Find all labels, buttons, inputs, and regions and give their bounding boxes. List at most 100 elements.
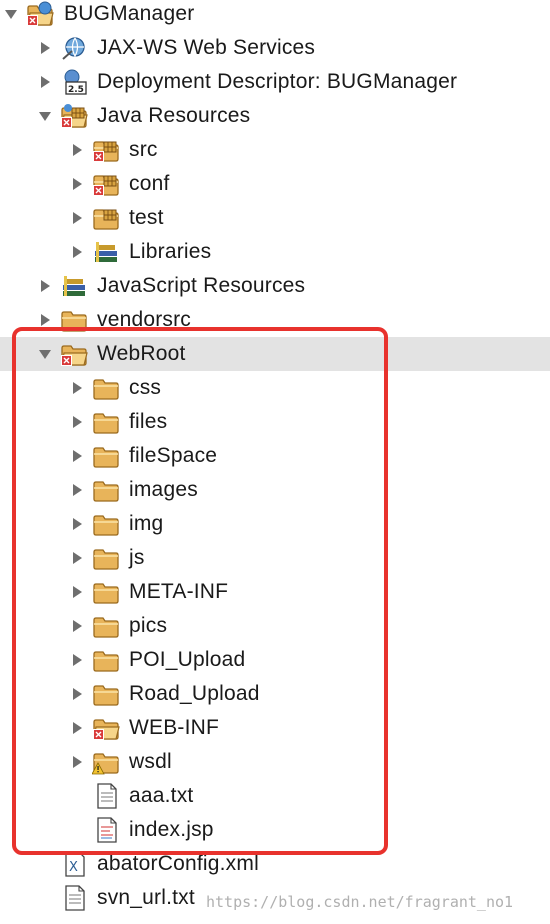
libraries-icon — [60, 272, 88, 300]
expand-arrow-closed-icon[interactable] — [38, 41, 52, 55]
tree-item-label: test — [129, 206, 164, 229]
tree-item[interactable]: 2.5 Deployment Descriptor: BUGManager — [0, 65, 550, 99]
expand-arrow-closed-icon[interactable] — [38, 313, 52, 327]
tree-item[interactable]: Road_Upload — [0, 677, 550, 711]
tree-item-label: conf — [129, 172, 170, 195]
tree-item-label: META-INF — [129, 580, 229, 603]
expand-arrow-closed-icon[interactable] — [70, 585, 84, 599]
expand-arrow-closed-icon[interactable] — [38, 75, 52, 89]
tree-item[interactable]: images — [0, 473, 550, 507]
tree-item-label: pics — [129, 614, 168, 637]
expand-arrow-closed-icon[interactable] — [70, 415, 84, 429]
expand-arrow-closed-icon[interactable] — [70, 211, 84, 225]
tree-item-label: vendorsrc — [97, 308, 192, 331]
tree-item-label: Java Resources — [97, 104, 251, 127]
tree-item[interactable]: WebRoot — [0, 337, 550, 371]
folder-icon — [92, 476, 120, 504]
tree-item[interactable]: src — [0, 133, 550, 167]
xml-file-icon: X — [60, 850, 88, 878]
tree-item[interactable]: JavaScript Resources — [0, 269, 550, 303]
expand-arrow-closed-icon[interactable] — [38, 279, 52, 293]
tree-item-label: css — [129, 376, 162, 399]
expand-arrow-closed-icon[interactable] — [70, 143, 84, 157]
tree-item-label: wsdl — [129, 750, 172, 773]
folder-icon — [92, 374, 120, 402]
tree-item[interactable]: POI_Upload — [0, 643, 550, 677]
tree-item[interactable]: css — [0, 371, 550, 405]
expand-arrow-closed-icon[interactable] — [70, 381, 84, 395]
folder-icon — [92, 646, 120, 674]
tree-item[interactable]: files — [0, 405, 550, 439]
expand-arrow-closed-icon[interactable] — [70, 653, 84, 667]
svg-text:X: X — [69, 860, 78, 875]
deployment-descriptor-icon: 2.5 — [60, 68, 88, 96]
text-file-icon — [92, 782, 120, 810]
folder-error-icon — [60, 340, 88, 368]
tree-item[interactable]: META-INF — [0, 575, 550, 609]
tree-item-label: JavaScript Resources — [97, 274, 306, 297]
tree-item-label: fileSpace — [129, 444, 218, 467]
tree-item[interactable]: wsdl — [0, 745, 550, 779]
expand-arrow-closed-icon[interactable] — [70, 551, 84, 565]
package-folder-error-icon — [92, 136, 120, 164]
tree-item-label: JAX-WS Web Services — [97, 36, 316, 59]
tree-item[interactable]: BUGManager — [0, 0, 550, 31]
expand-arrow-closed-icon[interactable] — [70, 517, 84, 531]
jsp-file-icon — [92, 816, 120, 844]
tree-item[interactable]: img — [0, 507, 550, 541]
tree-item[interactable]: vendorsrc — [0, 303, 550, 337]
tree-item[interactable]: fileSpace — [0, 439, 550, 473]
tree-item-label: images — [129, 478, 198, 501]
tree-item-label: aaa.txt — [129, 784, 194, 807]
tree-item-label: Road_Upload — [129, 682, 260, 705]
tree-item[interactable]: Java Resources — [0, 99, 550, 133]
expand-arrow-closed-icon[interactable] — [70, 483, 84, 497]
folder-icon — [92, 612, 120, 640]
expand-arrow-closed-icon[interactable] — [70, 687, 84, 701]
tree-item-label: files — [129, 410, 168, 433]
tree-item[interactable]: pics — [0, 609, 550, 643]
expand-arrow-closed-icon[interactable] — [70, 245, 84, 259]
expand-arrow-closed-icon[interactable] — [70, 449, 84, 463]
tree-item-label: WEB-INF — [129, 716, 220, 739]
package-folder-icon — [92, 204, 120, 232]
tree-item[interactable]: aaa.txt — [0, 779, 550, 813]
web-services-icon — [60, 34, 88, 62]
expand-arrow-closed-icon[interactable] — [70, 755, 84, 769]
tree-item-label: BUGManager — [64, 2, 195, 25]
tree-item[interactable]: js — [0, 541, 550, 575]
expand-arrow-closed-icon[interactable] — [70, 177, 84, 191]
tree-item[interactable]: Libraries — [0, 235, 550, 269]
folder-warning-icon — [91, 748, 120, 776]
tree-item[interactable]: test — [0, 201, 550, 235]
tree-item[interactable]: index.jsp — [0, 813, 550, 847]
expand-arrow-open-icon[interactable] — [38, 347, 52, 361]
tree-item-label: svn_url.txt — [97, 886, 195, 909]
tree-item-label: img — [129, 512, 164, 535]
project-icon — [26, 0, 54, 28]
tree-item-label: index.jsp — [129, 818, 214, 841]
folder-icon — [92, 544, 120, 572]
folder-icon — [60, 306, 88, 334]
tree-item-label: WebRoot — [97, 342, 186, 365]
expand-arrow-open-icon[interactable] — [4, 7, 18, 21]
folder-icon — [92, 680, 120, 708]
watermark: https://blog.csdn.net/fragrant_no1 — [206, 893, 514, 911]
tree-item-label: Libraries — [129, 240, 212, 263]
expand-arrow-closed-icon[interactable] — [70, 721, 84, 735]
java-resources-icon — [60, 102, 88, 130]
expand-arrow-closed-icon[interactable] — [70, 619, 84, 633]
tree-item-label: Deployment Descriptor: BUGManager — [97, 70, 458, 93]
folder-icon — [92, 442, 120, 470]
folder-icon — [92, 510, 120, 538]
package-folder-error-icon — [92, 170, 120, 198]
expand-arrow-open-icon[interactable] — [38, 109, 52, 123]
tree-item[interactable]: WEB-INF — [0, 711, 550, 745]
svg-text:2.5: 2.5 — [68, 85, 84, 95]
tree-item[interactable]: JAX-WS Web Services — [0, 31, 550, 65]
tree-item[interactable]: XabatorConfig.xml — [0, 847, 550, 881]
tree-item-label: POI_Upload — [129, 648, 246, 671]
tree-item[interactable]: conf — [0, 167, 550, 201]
tree-item-label: js — [129, 546, 145, 569]
folder-icon — [92, 408, 120, 436]
